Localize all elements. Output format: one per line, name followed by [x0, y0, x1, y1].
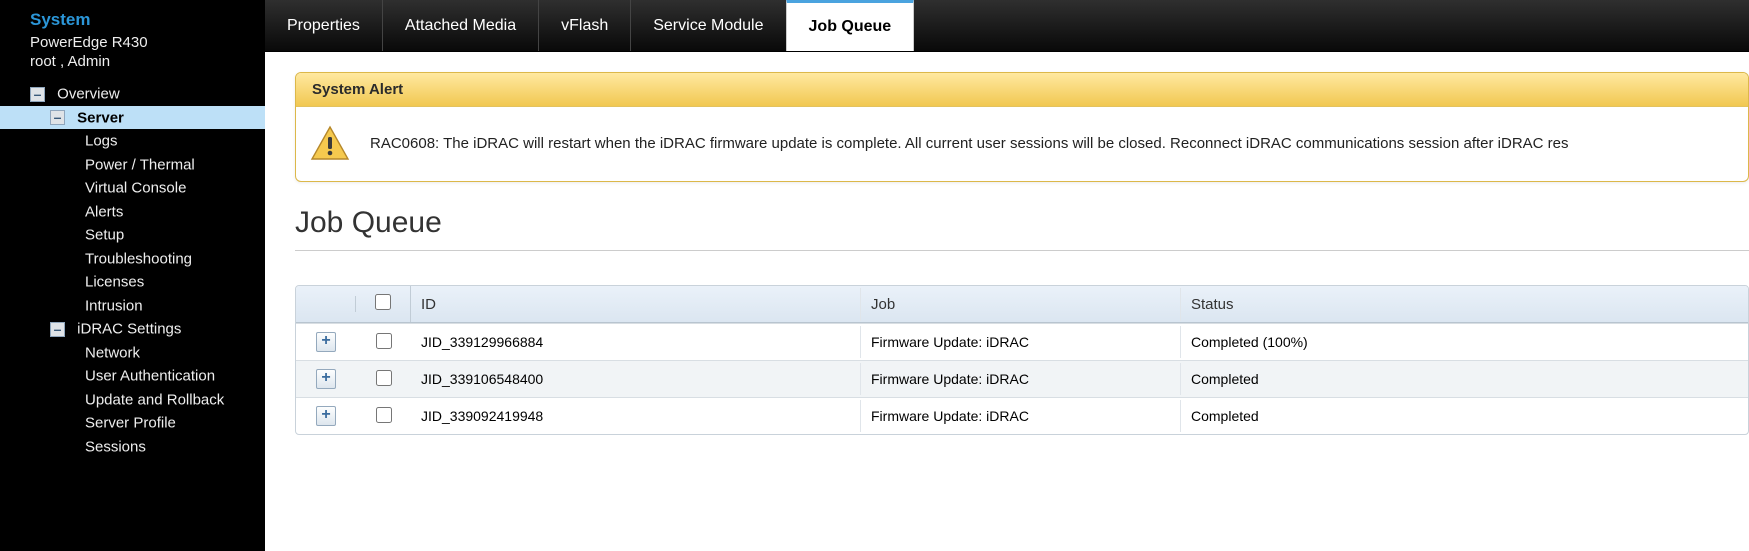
tree-troubleshooting[interactable]: Troubleshooting — [0, 247, 265, 271]
cell-job: Firmware Update: iDRAC — [861, 400, 1181, 432]
expand-button[interactable]: + — [316, 406, 336, 426]
cell-status: Completed (100%) — [1181, 326, 1748, 358]
collapse-icon[interactable]: – — [50, 322, 65, 337]
header-status[interactable]: Status — [1181, 288, 1748, 321]
table-row: + JID_339092419948 Firmware Update: iDRA… — [296, 397, 1748, 434]
table-row: + JID_339129966884 Firmware Update: iDRA… — [296, 323, 1748, 360]
cell-id: JID_339129966884 — [411, 326, 861, 358]
cell-job: Firmware Update: iDRAC — [861, 363, 1181, 395]
table-row: + JID_339106548400 Firmware Update: iDRA… — [296, 360, 1748, 397]
cell-status: Completed — [1181, 363, 1748, 395]
system-header: System PowerEdge R430 root , Admin — [0, 10, 265, 82]
tab-attached-media[interactable]: Attached Media — [383, 0, 539, 51]
alert-title: System Alert — [296, 73, 1748, 107]
tree-overview[interactable]: – Overview — [0, 82, 265, 106]
tab-properties[interactable]: Properties — [265, 0, 383, 51]
cell-id: JID_339092419948 — [411, 400, 861, 432]
tree-sessions[interactable]: Sessions — [0, 435, 265, 459]
logged-user: root , Admin — [30, 53, 265, 70]
tab-job-queue[interactable]: Job Queue — [786, 0, 915, 51]
server-model: PowerEdge R430 — [30, 34, 265, 51]
system-alert: System Alert RAC0608: The iDRAC will res… — [295, 72, 1749, 182]
job-queue-table: ID Job Status + JID_339129966884 Firmwar… — [295, 285, 1749, 435]
row-checkbox[interactable] — [376, 407, 392, 423]
tree-network[interactable]: Network — [0, 341, 265, 365]
tab-vflash[interactable]: vFlash — [539, 0, 631, 51]
content-area: System Alert RAC0608: The iDRAC will res… — [265, 52, 1749, 551]
header-job[interactable]: Job — [861, 288, 1181, 321]
tree-virtual-console[interactable]: Virtual Console — [0, 176, 265, 200]
row-checkbox[interactable] — [376, 370, 392, 386]
collapse-icon[interactable]: – — [50, 110, 65, 125]
tree-logs[interactable]: Logs — [0, 129, 265, 153]
tree-idrac-settings[interactable]: – iDRAC Settings — [0, 317, 265, 341]
collapse-icon[interactable]: – — [30, 87, 45, 102]
tree-intrusion[interactable]: Intrusion — [0, 294, 265, 318]
system-link[interactable]: System — [30, 10, 265, 30]
expand-button[interactable]: + — [316, 369, 336, 389]
tree-setup[interactable]: Setup — [0, 223, 265, 247]
tree-licenses[interactable]: Licenses — [0, 270, 265, 294]
header-id[interactable]: ID — [411, 288, 861, 321]
cell-status: Completed — [1181, 400, 1748, 432]
header-expand — [296, 296, 356, 312]
divider — [295, 250, 1749, 251]
row-checkbox[interactable] — [376, 333, 392, 349]
header-check — [356, 286, 411, 322]
tree-alerts[interactable]: Alerts — [0, 200, 265, 224]
tab-bar: Properties Attached Media vFlash Service… — [265, 0, 1749, 52]
sidebar: System PowerEdge R430 root , Admin – Ove… — [0, 0, 265, 551]
main-panel: Properties Attached Media vFlash Service… — [265, 0, 1749, 551]
tree-server[interactable]: – Server — [0, 106, 265, 130]
cell-id: JID_339106548400 — [411, 363, 861, 395]
tree-server-profile[interactable]: Server Profile — [0, 411, 265, 435]
alert-message: RAC0608: The iDRAC will restart when the… — [370, 135, 1569, 152]
cell-job: Firmware Update: iDRAC — [861, 326, 1181, 358]
nav-tree: – Overview – Server Logs Power / Thermal… — [0, 82, 265, 459]
select-all-checkbox[interactable] — [375, 294, 391, 310]
tree-power-thermal[interactable]: Power / Thermal — [0, 153, 265, 177]
tab-service-module[interactable]: Service Module — [631, 0, 786, 51]
expand-button[interactable]: + — [316, 332, 336, 352]
table-header-row: ID Job Status — [296, 286, 1748, 323]
page-title: Job Queue — [295, 206, 1749, 240]
tree-user-auth[interactable]: User Authentication — [0, 364, 265, 388]
tree-update-rollback[interactable]: Update and Rollback — [0, 388, 265, 412]
warning-icon — [310, 125, 350, 161]
